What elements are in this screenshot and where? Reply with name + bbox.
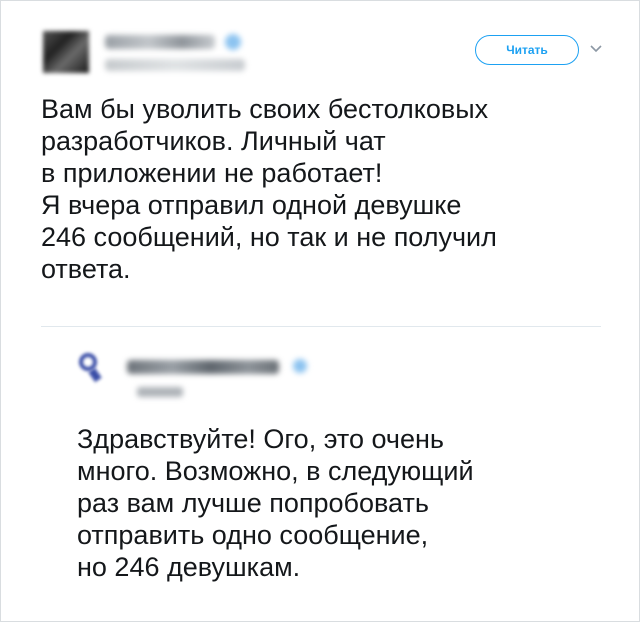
divider	[41, 326, 601, 327]
reply-verified-icon	[293, 359, 307, 373]
reply-text: Здравствуйте! Ого, это очень много. Возм…	[77, 424, 474, 582]
verified-icon	[225, 34, 241, 50]
author-handle-redacted[interactable]	[105, 59, 245, 71]
tweet-card: Читать Вам бы уволить своих бестолковых …	[0, 0, 640, 622]
reply-author-handle-redacted[interactable]	[137, 387, 183, 397]
author-avatar[interactable]	[43, 31, 89, 73]
follow-button[interactable]: Читать	[475, 35, 579, 65]
tweet-text: Вам бы уволить своих бестолковых разрабо…	[41, 94, 497, 284]
reply-author-avatar[interactable]	[77, 349, 103, 385]
author-name-redacted[interactable]	[105, 35, 215, 49]
chevron-down-icon[interactable]	[589, 42, 603, 56]
reply-author-name-redacted[interactable]	[127, 360, 279, 374]
